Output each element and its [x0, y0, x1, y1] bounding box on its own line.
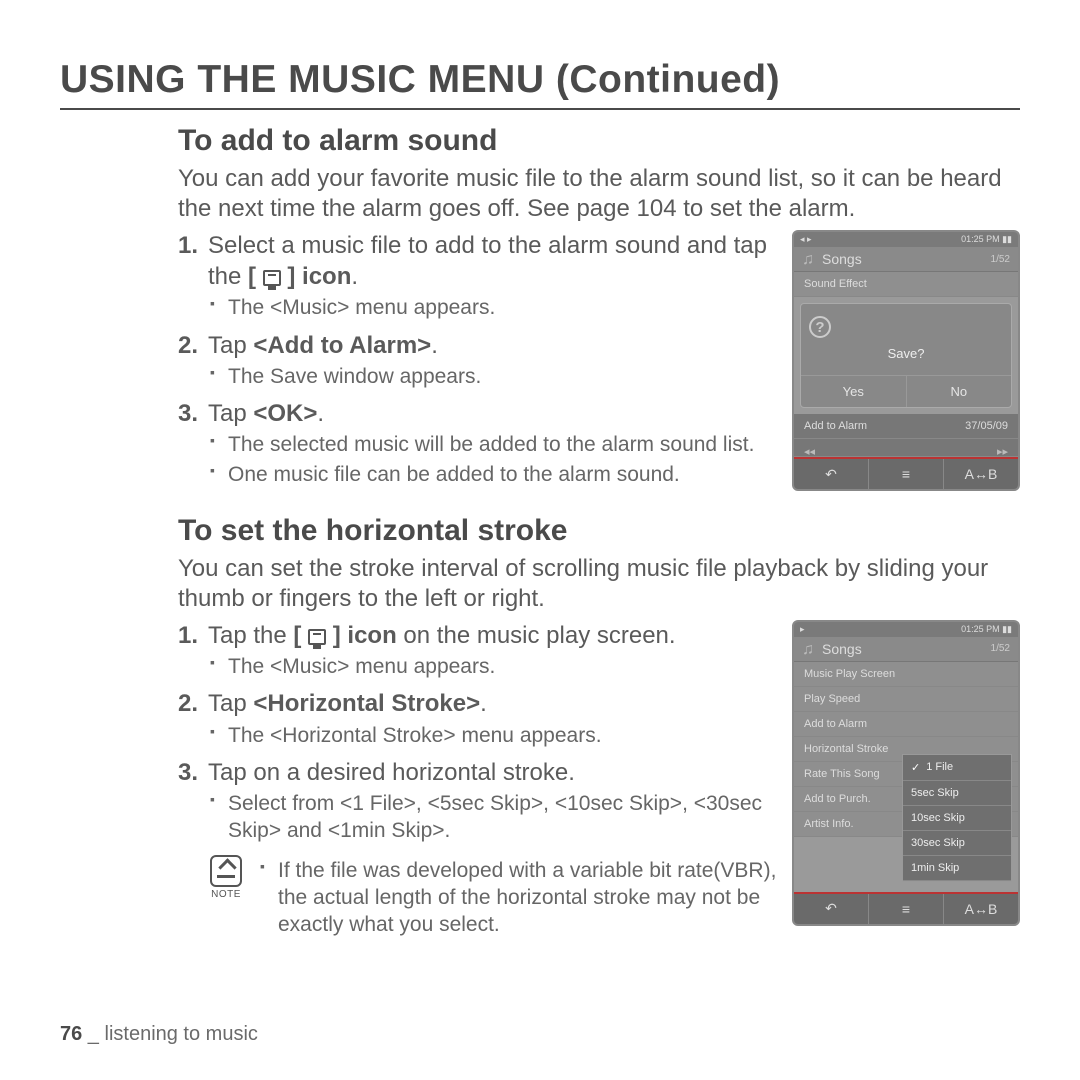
submenu-option[interactable]: 5sec Skip: [903, 781, 1011, 806]
horizontal-stroke-submenu: 1 File 5sec Skip 10sec Skip 30sec Skip 1…: [902, 754, 1012, 882]
section1-heading: To add to alarm sound: [60, 124, 1020, 158]
music-note-icon: [802, 251, 818, 267]
bullet: The <Music> menu appears.: [208, 653, 780, 680]
track-count: 1/52: [991, 643, 1010, 654]
bullet: Select from <1 File>, <5sec Skip>, <10se…: [208, 790, 780, 845]
menu-icon: [263, 270, 281, 286]
menu-item[interactable]: Sound Effect: [794, 272, 1018, 297]
bullet: The <Music> menu appears.: [208, 294, 780, 321]
section1-intro: You can add your favorite music file to …: [60, 164, 1020, 224]
submenu-option[interactable]: 1 File: [903, 755, 1011, 781]
menu-icon: [308, 629, 326, 645]
menu-icon[interactable]: ≡: [868, 894, 943, 924]
save-dialog: ? Save? Yes No: [800, 303, 1012, 408]
question-icon: ?: [809, 316, 831, 338]
note-badge: NOTE: [208, 855, 244, 947]
section2-heading: To set the horizontal stroke: [60, 514, 1020, 548]
device-screenshot-1: ◂ ▸01:25 PM ▮▮ Songs 1/52 Sound Effect ?…: [792, 230, 1020, 491]
menu-item[interactable]: Add to Alarm: [804, 420, 867, 432]
device-header-title: Songs: [822, 251, 991, 267]
menu-item[interactable]: Add to Alarm: [794, 712, 1018, 737]
back-icon[interactable]: ↶: [794, 894, 868, 924]
track-count: 1/52: [991, 254, 1010, 265]
bullet: The <Horizontal Stroke> menu appears.: [208, 722, 780, 749]
date-label: 37/05/09: [965, 420, 1008, 432]
bullet: The selected music will be added to the …: [208, 431, 780, 458]
page-footer: 76 _ listening to music: [60, 1023, 258, 1046]
menu-item[interactable]: Music Play Screen: [794, 662, 1018, 687]
submenu-option[interactable]: 10sec Skip: [903, 806, 1011, 831]
section1-steps: Select a music file to add to the alarm …: [178, 230, 780, 488]
bullet: The Save window appears.: [208, 363, 780, 390]
device-screenshot-2: ▸01:25 PM ▮▮ Songs 1/52 Music Play Scree…: [792, 620, 1020, 926]
section2-steps: Tap the [ ] icon on the music play scree…: [178, 620, 780, 845]
note-text: If the file was developed with a variabl…: [258, 857, 780, 939]
submenu-option[interactable]: 30sec Skip: [903, 831, 1011, 856]
yes-button[interactable]: Yes: [801, 375, 907, 407]
bullet: One music file can be added to the alarm…: [208, 461, 780, 488]
page-title: USING THE MUSIC MENU (Continued): [60, 58, 1020, 110]
page-number: 76: [60, 1023, 82, 1045]
ab-repeat-icon[interactable]: A↔B: [943, 459, 1018, 489]
dialog-prompt: Save?: [801, 346, 1011, 361]
submenu-option[interactable]: 1min Skip: [903, 856, 1011, 881]
no-button[interactable]: No: [907, 375, 1012, 407]
ab-repeat-icon[interactable]: A↔B: [943, 894, 1018, 924]
back-icon[interactable]: ↶: [794, 459, 868, 489]
device-header-title: Songs: [822, 641, 991, 657]
chapter-label: listening to music: [105, 1023, 258, 1045]
section2-intro: You can set the stroke interval of scrol…: [60, 554, 1020, 614]
note-icon: [210, 855, 242, 887]
music-note-icon: [802, 641, 818, 657]
menu-icon[interactable]: ≡: [868, 459, 943, 489]
menu-item[interactable]: Play Speed: [794, 687, 1018, 712]
